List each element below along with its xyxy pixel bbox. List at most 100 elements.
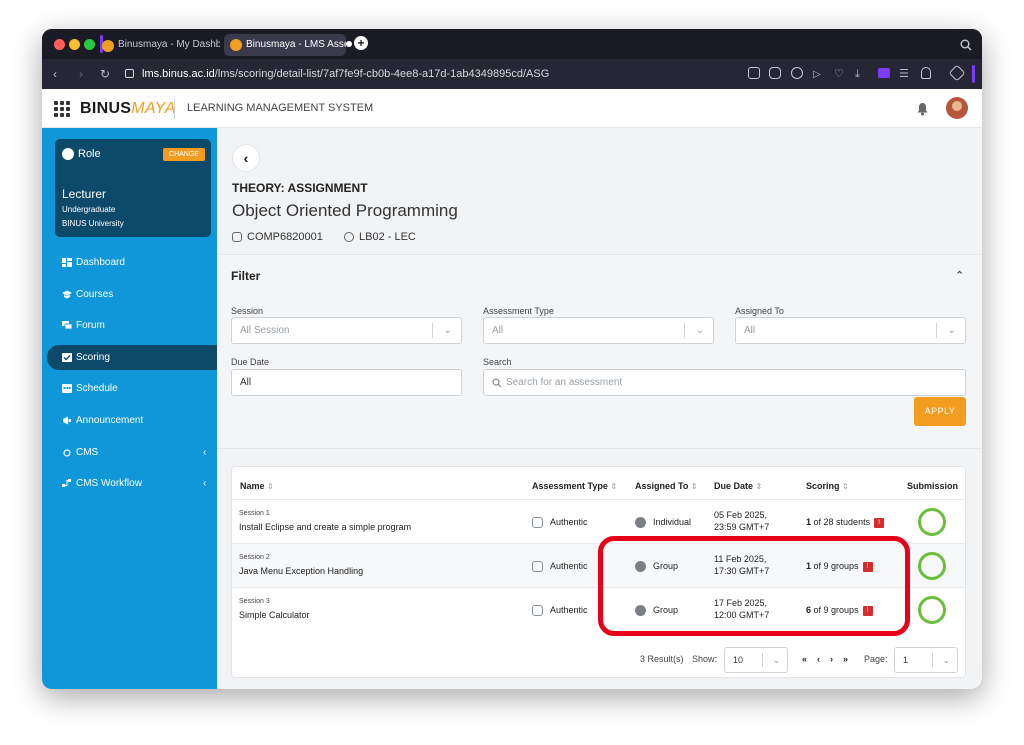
sort-icon: ⇕ [690, 482, 698, 491]
back-nav-icon[interactable]: ‹ [53, 66, 57, 82]
first-page-button[interactable]: « [802, 654, 807, 664]
assigned-to-value: All [744, 325, 756, 336]
submission-status-ring[interactable] [918, 508, 946, 536]
role-label: Role [78, 148, 101, 160]
tab-title: Binusmaya - My Dashbo [118, 39, 220, 50]
extensions-icon[interactable] [948, 64, 966, 82]
notification-bell-icon[interactable] [916, 102, 929, 116]
play-icon[interactable]: ▷ [813, 67, 821, 83]
url-path: /lms/scoring/detail-list/7af7fe9f-cb0b-4… [214, 68, 550, 80]
reload-icon[interactable]: ↻ [100, 66, 110, 82]
last-page-button[interactable]: » [843, 654, 848, 664]
sidebar-item-scoring[interactable]: Scoring [47, 345, 217, 370]
sidebar-indicator [972, 65, 975, 83]
tab-bar: Binusmaya - My Dashbo Binusmaya - LMS As… [42, 29, 982, 59]
binusmaya-favicon-icon [230, 39, 242, 51]
assessment-type-value: All [492, 325, 504, 336]
column-header-scoring[interactable]: Scoring ⇕ [806, 481, 849, 491]
url-domain: lms.binus.ac.id [142, 68, 215, 80]
page-size-select[interactable]: 10 ⌄ [724, 647, 788, 673]
page-select[interactable]: 1 ⌄ [894, 647, 958, 673]
apps-grid-icon[interactable] [54, 101, 70, 117]
search-placeholder: Search for an assessment [506, 377, 623, 388]
edit-icon[interactable] [748, 67, 760, 79]
sidebar-item-schedule[interactable]: Schedule [47, 376, 217, 401]
binusmaya-favicon-icon [102, 40, 114, 52]
download-icon[interactable]: ⤓ [855, 66, 860, 82]
row-scoring[interactable]: 1 of 28 students! [806, 517, 885, 528]
submission-status-ring[interactable] [918, 596, 946, 624]
role-university: BINUS University [62, 219, 124, 228]
sidebar-item-cms[interactable]: CMS ‹ [47, 440, 217, 465]
user-avatar[interactable] [946, 97, 968, 119]
row-assessment-name[interactable]: Install Eclipse and create a simple prog… [239, 522, 411, 532]
info-icon[interactable]: ! [874, 517, 885, 528]
assigned-to-label: Assigned To [735, 306, 784, 316]
chevron-left-icon: ‹ [203, 447, 207, 458]
row-assessment-type: Authentic [550, 605, 588, 615]
sidebar-item-label: Forum [76, 320, 105, 331]
sidebar-toggle-icon[interactable] [878, 68, 890, 78]
column-header-due-date[interactable]: Due Date ⇕ [714, 481, 762, 491]
minimize-window-button[interactable] [69, 39, 80, 50]
chevron-left-icon: ‹ [203, 478, 207, 489]
assessment-type-select[interactable]: All ⌄ [483, 317, 714, 344]
role-card: Role CHANGE Lecturer Undergraduate BINUS… [55, 139, 211, 237]
submission-status-ring[interactable] [918, 552, 946, 580]
document-icon [532, 517, 543, 528]
sidebar-item-announcement[interactable]: Announcement [47, 408, 217, 433]
sort-icon: ⇕ [842, 482, 849, 491]
apply-button[interactable]: APPLY [914, 397, 966, 426]
sidebar-item-courses[interactable]: Courses [47, 282, 217, 307]
pagination: 3 Result(s) Show: 10 ⌄ « ‹ › » Page: 1 ⌄ [232, 647, 965, 677]
page-value: 1 [903, 655, 909, 665]
sidebar-item-forum[interactable]: Forum [47, 313, 217, 338]
role-face-icon [62, 148, 74, 160]
back-button[interactable]: ‹ [232, 144, 260, 172]
binusmaya-logo[interactable]: BINUSMAYA [80, 100, 176, 118]
maximize-window-button[interactable] [84, 39, 95, 50]
camera-icon[interactable] [769, 67, 781, 79]
row-assigned-to: Individual [653, 517, 692, 527]
row-assessment-name[interactable]: Java Menu Exception Handling [239, 566, 363, 576]
search-icon [492, 378, 502, 388]
session-select[interactable]: All Session ⌄ [231, 317, 462, 344]
sort-icon: ⇕ [610, 482, 618, 491]
grid-icon [62, 258, 72, 267]
close-window-button[interactable] [54, 39, 65, 50]
show-label: Show: [692, 654, 718, 664]
column-header-submission: Submission [907, 481, 959, 491]
settings-sliders-icon[interactable]: ☰ [899, 66, 909, 82]
column-header-name[interactable]: Name ⇕ [240, 481, 274, 491]
search-input[interactable]: Search for an assessment [483, 369, 966, 396]
prev-page-button[interactable]: ‹ [817, 654, 820, 664]
row-assessment-name[interactable]: Simple Calculator [239, 610, 310, 620]
sidebar-item-label: CMS Workflow [76, 478, 142, 489]
forward-nav-icon[interactable]: › [79, 66, 83, 82]
calendar-icon [62, 384, 72, 393]
assessment-category: THEORY: ASSIGNMENT [232, 181, 368, 195]
new-tab-plus-icon[interactable]: + [354, 36, 368, 50]
heart-icon[interactable]: ♡ [834, 66, 844, 82]
logo-main: BINUS [80, 100, 132, 117]
profile-icon[interactable] [921, 67, 931, 79]
sidebar-item-label: Dashboard [76, 257, 125, 268]
tab-lms-assessment[interactable]: Binusmaya - LMS Asses [224, 34, 346, 56]
workflow-icon [62, 479, 71, 487]
shield-icon[interactable] [791, 67, 803, 79]
tab-dashboard[interactable]: Binusmaya - My Dashbo [96, 35, 220, 55]
megaphone-icon [63, 416, 71, 425]
chevron-down-icon: ⌄ [772, 655, 780, 665]
collapse-filter-chevron-icon[interactable]: ⌃ [955, 269, 964, 282]
search-tabs-icon[interactable] [960, 39, 972, 51]
document-icon [532, 605, 543, 616]
column-header-assigned-to[interactable]: Assigned To ⇕ [635, 481, 698, 491]
change-role-button[interactable]: CHANGE [163, 148, 205, 161]
sidebar-item-cms-workflow[interactable]: CMS Workflow ‹ [47, 471, 217, 496]
assigned-to-select[interactable]: All ⌄ [735, 317, 966, 344]
column-header-assessment-type[interactable]: Assessment Type ⇕ [532, 481, 617, 491]
due-date-field[interactable]: All [231, 369, 462, 396]
row-session: Session 3 [239, 598, 270, 605]
sidebar-item-dashboard[interactable]: Dashboard [47, 250, 217, 275]
next-page-button[interactable]: › [830, 654, 833, 664]
